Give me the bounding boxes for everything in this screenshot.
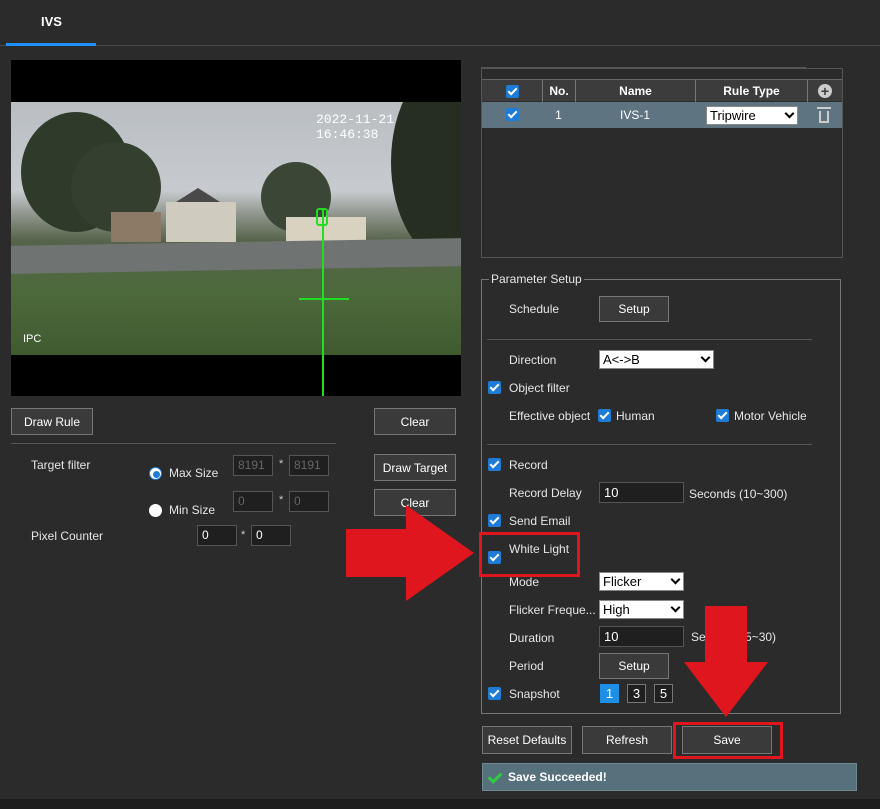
tab-ivs[interactable]: IVS	[6, 0, 96, 46]
duration-input[interactable]: 10	[599, 626, 684, 647]
mode-select[interactable]: Flicker	[599, 572, 684, 591]
period-setup-button[interactable]: Setup	[599, 653, 669, 679]
chevron-down-icon	[700, 352, 711, 363]
video-preview[interactable]: 2022-11-21 16:46:38 IPC	[11, 60, 461, 396]
human-checkbox[interactable]	[598, 409, 611, 422]
max-size-height-input[interactable]: 8191	[289, 455, 329, 476]
snapshot-option-5[interactable]: 5	[654, 684, 673, 703]
chevron-down-icon	[784, 108, 795, 119]
snapshot-label: Snapshot	[509, 687, 560, 701]
record-delay-input[interactable]: 10	[599, 482, 684, 503]
target-filter-label: Target filter	[31, 458, 91, 472]
row-no: 1	[555, 108, 562, 122]
schedule-label: Schedule	[509, 302, 560, 316]
period-label: Period	[509, 659, 544, 673]
rule-type-select[interactable]: Tripwire	[706, 106, 798, 125]
header-name: Name	[575, 80, 695, 102]
times-sign: *	[241, 529, 246, 541]
pixel-counter-height: 0	[251, 525, 291, 546]
arrow-down-icon	[684, 606, 768, 717]
max-size-radio[interactable]	[149, 467, 162, 480]
snapshot-option-3[interactable]: 3	[627, 684, 646, 703]
mode-label: Mode	[509, 575, 540, 589]
flicker-frequency-value: High	[603, 602, 630, 617]
min-size-radio[interactable]	[149, 504, 162, 517]
send-email-checkbox[interactable]	[488, 514, 501, 527]
times-sign: *	[279, 458, 284, 470]
tripwire-handle[interactable]	[316, 208, 328, 226]
record-delay-label: Record Delay	[509, 486, 582, 500]
highlight-white-light	[479, 532, 580, 577]
add-rule-column: +	[807, 80, 842, 102]
snapshot-option-1[interactable]: 1	[600, 684, 619, 703]
rule-table: No. Name Rule Type + 1 IVS-1 Tripwire	[481, 68, 843, 258]
tab-bar: IVS	[0, 0, 880, 46]
human-label: Human	[616, 409, 655, 423]
effective-object-label: Effective object	[509, 409, 591, 423]
video-channel-label: IPC	[23, 333, 42, 345]
add-rule-icon[interactable]: +	[818, 84, 832, 98]
delete-rule-icon[interactable]	[817, 107, 831, 123]
direction-select[interactable]: A<->B	[599, 350, 714, 369]
refresh-button[interactable]: Refresh	[582, 726, 672, 754]
motor-vehicle-checkbox[interactable]	[716, 409, 729, 422]
duration-label: Duration	[509, 631, 555, 645]
chevron-down-icon	[670, 602, 681, 613]
direction-value: A<->B	[603, 352, 640, 367]
rule-table-header: No. Name Rule Type +	[482, 79, 842, 102]
highlight-save	[673, 722, 783, 759]
motor-vehicle-label: Motor Vehicle	[734, 409, 807, 423]
footer-bar	[0, 799, 880, 809]
reset-defaults-button[interactable]: Reset Defaults	[482, 726, 572, 754]
snapshot-checkbox[interactable]	[488, 687, 501, 700]
min-size-height-input[interactable]: 0	[289, 491, 329, 512]
flicker-frequency-select[interactable]: High	[599, 600, 684, 619]
schedule-setup-button[interactable]: Setup	[599, 296, 669, 322]
arrow-right-icon	[346, 505, 474, 601]
min-size-label: Min Size	[169, 503, 216, 517]
record-delay-unit: Seconds (10~300)	[689, 487, 788, 501]
object-filter-checkbox[interactable]	[488, 381, 501, 394]
table-row[interactable]: 1 IVS-1 Tripwire	[482, 102, 842, 128]
max-size-label: Max Size	[169, 466, 219, 480]
row-name: IVS-1	[619, 108, 650, 122]
tripwire-direction-indicator	[299, 298, 349, 300]
send-email-label: Send Email	[509, 514, 571, 528]
tripwire-line[interactable]	[322, 208, 324, 396]
video-timestamp: 2022-11-21 16:46:38	[316, 112, 395, 142]
row-checkbox[interactable]	[506, 108, 519, 121]
parameter-setup-legend: Parameter Setup	[489, 272, 584, 286]
draw-target-button[interactable]: Draw Target	[374, 454, 456, 481]
save-status-bar: Save Succeeded!	[482, 763, 857, 791]
record-checkbox[interactable]	[488, 458, 501, 471]
header-no: No.	[542, 80, 575, 102]
pixel-counter-width: 0	[197, 525, 237, 546]
chevron-down-icon	[670, 574, 681, 585]
road	[11, 238, 461, 274]
divider	[487, 444, 812, 445]
divider	[487, 339, 812, 340]
object-filter-label: Object filter	[509, 381, 570, 395]
pixel-counter-label: Pixel Counter	[31, 529, 104, 543]
times-sign: *	[279, 494, 284, 506]
direction-label: Direction	[509, 353, 557, 367]
mode-value: Flicker	[603, 574, 642, 589]
flicker-frequency-label: Flicker Freque...	[509, 603, 596, 617]
divider	[11, 443, 336, 444]
min-size-width-input[interactable]: 0	[233, 491, 273, 512]
select-all-column	[482, 80, 542, 102]
status-message: Save Succeeded!	[508, 770, 607, 784]
clear-rule-button[interactable]: Clear	[374, 408, 456, 435]
header-rule-type: Rule Type	[695, 80, 807, 102]
rule-type-value: Tripwire	[710, 108, 756, 123]
max-size-width-input[interactable]: 8191	[233, 455, 273, 476]
draw-rule-button[interactable]: Draw Rule	[11, 408, 93, 435]
check-icon	[487, 769, 503, 784]
row-select-cell	[482, 102, 542, 128]
select-all-checkbox[interactable]	[506, 85, 519, 98]
record-label: Record	[509, 458, 548, 472]
